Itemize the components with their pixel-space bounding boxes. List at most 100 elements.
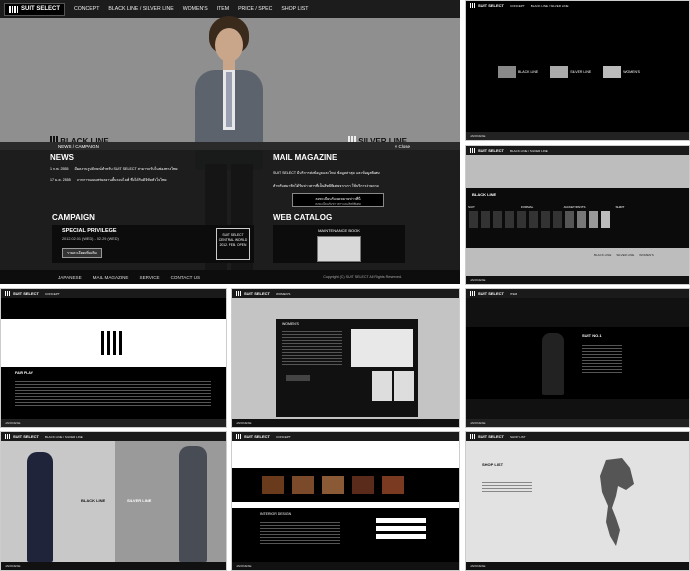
shop-list-title: SHOP LIST — [482, 462, 504, 467]
footer-link[interactable]: JAPANESE — [470, 134, 485, 138]
interior-strip — [232, 468, 459, 502]
lineup-silver[interactable]: SILVER LINE — [550, 64, 591, 80]
mail-text-2: สำหรับสมาชิกได้รับข่าวสารที่เป็นสิทธิพิเ… — [273, 184, 379, 188]
suit-spec — [582, 343, 622, 373]
tag[interactable]: BLACK LINE — [594, 253, 611, 257]
mail-signup-button[interactable]: ลงทะเบียนรับจดหมายข่าวที่นี่ ลงทะเบียนรั… — [292, 193, 384, 207]
panel-title: BLACK LINE — [472, 192, 497, 197]
nav-item[interactable]: BLACK LINE / SILVER LINE — [45, 435, 83, 439]
footer-link[interactable]: JAPANESE — [236, 564, 251, 568]
thumb-nav: SUIT SELECT BLACK LINE / SILVER LINE — [1, 432, 226, 441]
logo: SUIT SELECT — [5, 434, 39, 439]
interior-photo[interactable] — [352, 476, 374, 494]
thumb-nav: SUIT SELECT CONCEPT — [1, 289, 226, 298]
nav-item[interactable]: WOMEN'S — [276, 292, 290, 296]
shop-list-entries[interactable] — [482, 480, 532, 492]
womens-photo-3[interactable] — [394, 371, 414, 401]
logo[interactable]: SUIT SELECT — [4, 2, 66, 16]
footer-contact[interactable]: CONTACT US — [171, 275, 200, 280]
interior-button[interactable] — [376, 518, 426, 523]
thumb-footer: JAPANESE — [466, 276, 689, 284]
logo-icon — [470, 434, 475, 439]
interior-photo[interactable] — [322, 476, 344, 494]
catalog-section: WEB CATALOG MAINTENANCE BOOK — [273, 213, 405, 263]
nav-concept[interactable]: CONCEPT — [74, 6, 99, 12]
main-footer: JAPANESE MAIL MAGAZINE SERVICE CONTACT U… — [0, 270, 460, 284]
lineup-strip: BLACK LINE SILVER LINE WOMEN'S — [498, 64, 658, 80]
stripes-icon — [101, 331, 122, 355]
thumb-footer: JAPANESE — [466, 562, 689, 570]
thumb-lineup: SUIT SELECT CONCEPT BLACK LINE / SILVER … — [465, 0, 690, 141]
news-item[interactable]: 1 ก.พ. 2555 มีผลงานรูปลักษณ์สำหรับ SUIT S… — [50, 166, 210, 172]
silver-line-label[interactable]: SILVER LINE — [127, 498, 151, 503]
nav-womens[interactable]: WOMEN'S — [183, 6, 208, 12]
footer-link[interactable]: JAPANESE — [236, 421, 251, 425]
catalog-box[interactable]: MAINTENANCE BOOK — [273, 225, 405, 263]
nav-shoplist[interactable]: SHOP LIST — [281, 6, 308, 12]
campaign-details-button[interactable]: รายละเอียดเพิ่มเติม — [62, 248, 102, 258]
womens-photo[interactable] — [351, 329, 413, 367]
interior-photo[interactable] — [382, 476, 404, 494]
womens-button[interactable] — [286, 375, 310, 381]
white-band — [1, 319, 226, 367]
interior-photo[interactable] — [292, 476, 314, 494]
logo-icon — [236, 434, 241, 439]
thumb-womens: SUIT SELECT WOMEN'S WOMEN'S JAPANESE — [231, 288, 460, 428]
interior-button[interactable] — [376, 534, 426, 539]
thumb-footer: JAPANESE — [232, 419, 459, 427]
thumb-fair-play: SUIT SELECT CONCEPT FAIR PLAY JAPANESE — [0, 288, 227, 428]
product-row[interactable] — [466, 209, 689, 228]
footer-mail[interactable]: MAIL MAGAZINE — [93, 275, 129, 280]
tag[interactable]: WOMEN'S — [639, 253, 653, 257]
logo: SUIT SELECT — [470, 3, 504, 8]
main-screenshot: SUIT SELECT CONCEPT BLACK LINE / SILVER … — [0, 0, 460, 284]
interior-photo[interactable] — [262, 476, 284, 494]
nav-item[interactable]: ITEM — [217, 6, 229, 12]
nav-item[interactable]: CONCEPT — [45, 292, 60, 296]
section-label: SUIT — [468, 205, 475, 209]
nav-item[interactable]: SHOP LIST — [510, 435, 526, 439]
news-item[interactable]: 17 ม.ค. 2555 จากการเผยแพร่ผลงานสั้นรอบไลฟ… — [50, 177, 210, 183]
campaign-box[interactable]: SPECIAL PRIVILEGE 2012.02.01 (WED) - 02.… — [52, 225, 254, 263]
silver-line-model — [179, 446, 207, 562]
footer-link[interactable]: JAPANESE — [470, 278, 485, 282]
tag[interactable]: SILVER LINE — [616, 253, 634, 257]
nav-lines[interactable]: BLACK LINE / SILVER LINE — [108, 6, 173, 12]
suit-image — [542, 333, 564, 395]
nav-price[interactable]: PRICE / SPEC — [238, 6, 272, 12]
line-tags: BLACK LINE SILVER LINE WOMEN'S — [594, 253, 654, 257]
nav-item[interactable]: ITEM — [510, 292, 517, 296]
lineup-womens[interactable]: WOMEN'S — [603, 64, 640, 80]
close-button[interactable]: × Close — [395, 144, 410, 149]
thumb-nav: SUIT SELECT CONCEPT — [232, 432, 459, 441]
logo-icon — [470, 291, 475, 296]
section-label: FORMAL — [520, 205, 534, 209]
footer-link[interactable]: JAPANESE — [5, 421, 20, 425]
footer-service[interactable]: SERVICE — [140, 275, 160, 280]
interior-button[interactable] — [376, 526, 426, 531]
logo: SUIT SELECT — [236, 434, 270, 439]
footer-link[interactable]: JAPANESE — [5, 564, 20, 568]
thumb-suit-no1: SUIT SELECT ITEM SUIT NO.1 JAPANESE — [465, 288, 690, 428]
thailand-map-icon[interactable] — [596, 456, 636, 550]
mail-section: MAIL MAGAZINE SUIT SELECT มีบริการส่งข้อ… — [273, 153, 403, 207]
footer-japanese[interactable]: JAPANESE — [58, 275, 82, 280]
campaign-title: CAMPAIGN — [52, 213, 95, 222]
footer-link[interactable]: JAPANESE — [470, 421, 485, 425]
nav-item[interactable]: BLACK LINE / SILVER LINE — [510, 149, 548, 153]
lineup-black[interactable]: BLACK LINE — [498, 64, 538, 80]
womens-text — [282, 329, 342, 367]
thumb-footer: JAPANESE — [466, 419, 689, 427]
womens-photo-2[interactable] — [372, 371, 392, 401]
logo: SUIT SELECT — [470, 291, 504, 296]
thumb-footer: JAPANESE — [1, 562, 226, 570]
thumb-nav: SUIT SELECT ITEM — [466, 289, 689, 298]
nav-item[interactable]: BLACK LINE / SILVER LINE — [531, 4, 569, 8]
footer-link[interactable]: JAPANESE — [470, 564, 485, 568]
suit-image-area: SUIT NO.1 — [466, 327, 689, 399]
womens-title: WOMEN'S — [282, 322, 299, 326]
nav-item[interactable]: CONCEPT — [276, 435, 291, 439]
logo: SUIT SELECT — [470, 434, 504, 439]
nav-item[interactable]: CONCEPT — [510, 4, 525, 8]
black-line-label[interactable]: BLACK LINE — [81, 498, 105, 503]
